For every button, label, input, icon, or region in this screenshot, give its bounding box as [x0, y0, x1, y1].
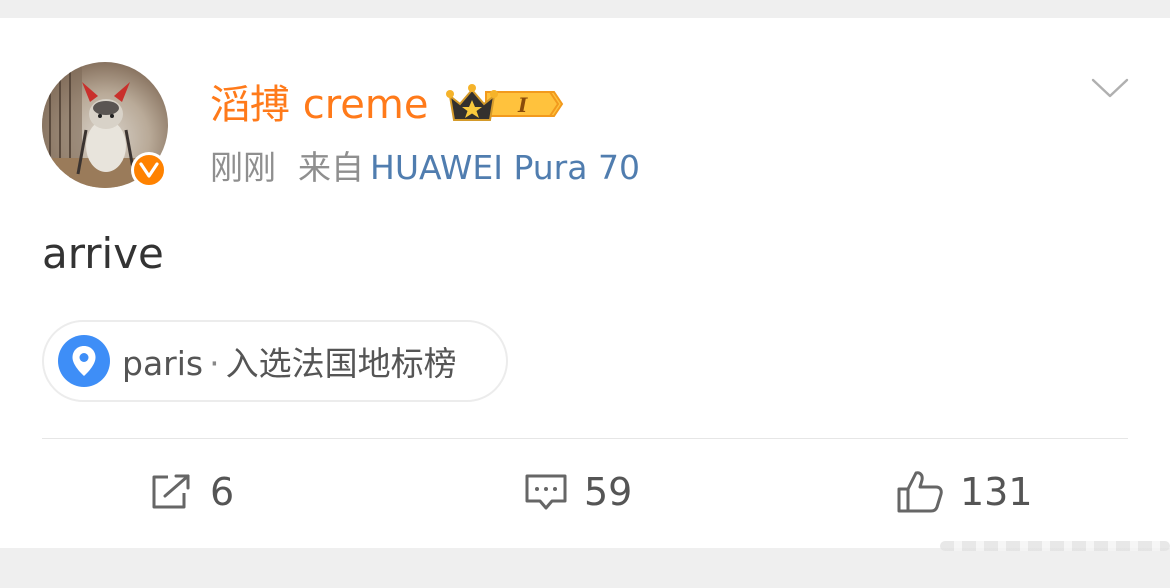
comment-count: 59 — [584, 470, 633, 514]
location-tag[interactable]: paris · 入选法国地标榜 — [42, 320, 508, 402]
like-button[interactable]: 131 — [896, 468, 1033, 516]
comment-icon — [525, 474, 567, 510]
like-count: 131 — [960, 470, 1033, 514]
scroll-indicator — [940, 541, 1170, 551]
crown-icon: I — [446, 84, 564, 121]
post-time: 刚刚 — [210, 148, 276, 187]
post-meta: 刚刚 来自 HUAWEI Pura 70 — [210, 148, 640, 188]
post-content: arrive — [42, 229, 164, 278]
location-label: 入选法国地标榜 — [225, 344, 457, 383]
divider — [42, 438, 1128, 439]
location-pin-icon — [58, 335, 110, 387]
location-text: paris · 入选法国地标榜 — [122, 337, 457, 385]
repost-count: 6 — [210, 470, 235, 514]
post-card: 滔搏 creme I 刚刚 来自 HUAWEI Pura 70 arrive p… — [0, 18, 1170, 548]
vip-level-text: I — [517, 93, 528, 117]
location-separator: · — [209, 344, 220, 383]
vip-crown-badge[interactable]: I — [446, 82, 564, 130]
comment-button[interactable]: 59 — [524, 468, 632, 516]
repost-icon — [152, 474, 190, 509]
repost-button[interactable]: 6 — [150, 468, 234, 516]
verified-v-icon — [131, 152, 167, 188]
thumbs-up-icon — [897, 471, 943, 513]
location-name: paris — [122, 344, 204, 383]
chevron-down-icon[interactable] — [1090, 76, 1130, 104]
username[interactable]: 滔搏 creme — [210, 80, 428, 130]
source-prefix: 来自 — [298, 148, 364, 187]
source-device-link[interactable]: HUAWEI Pura 70 — [370, 148, 640, 187]
